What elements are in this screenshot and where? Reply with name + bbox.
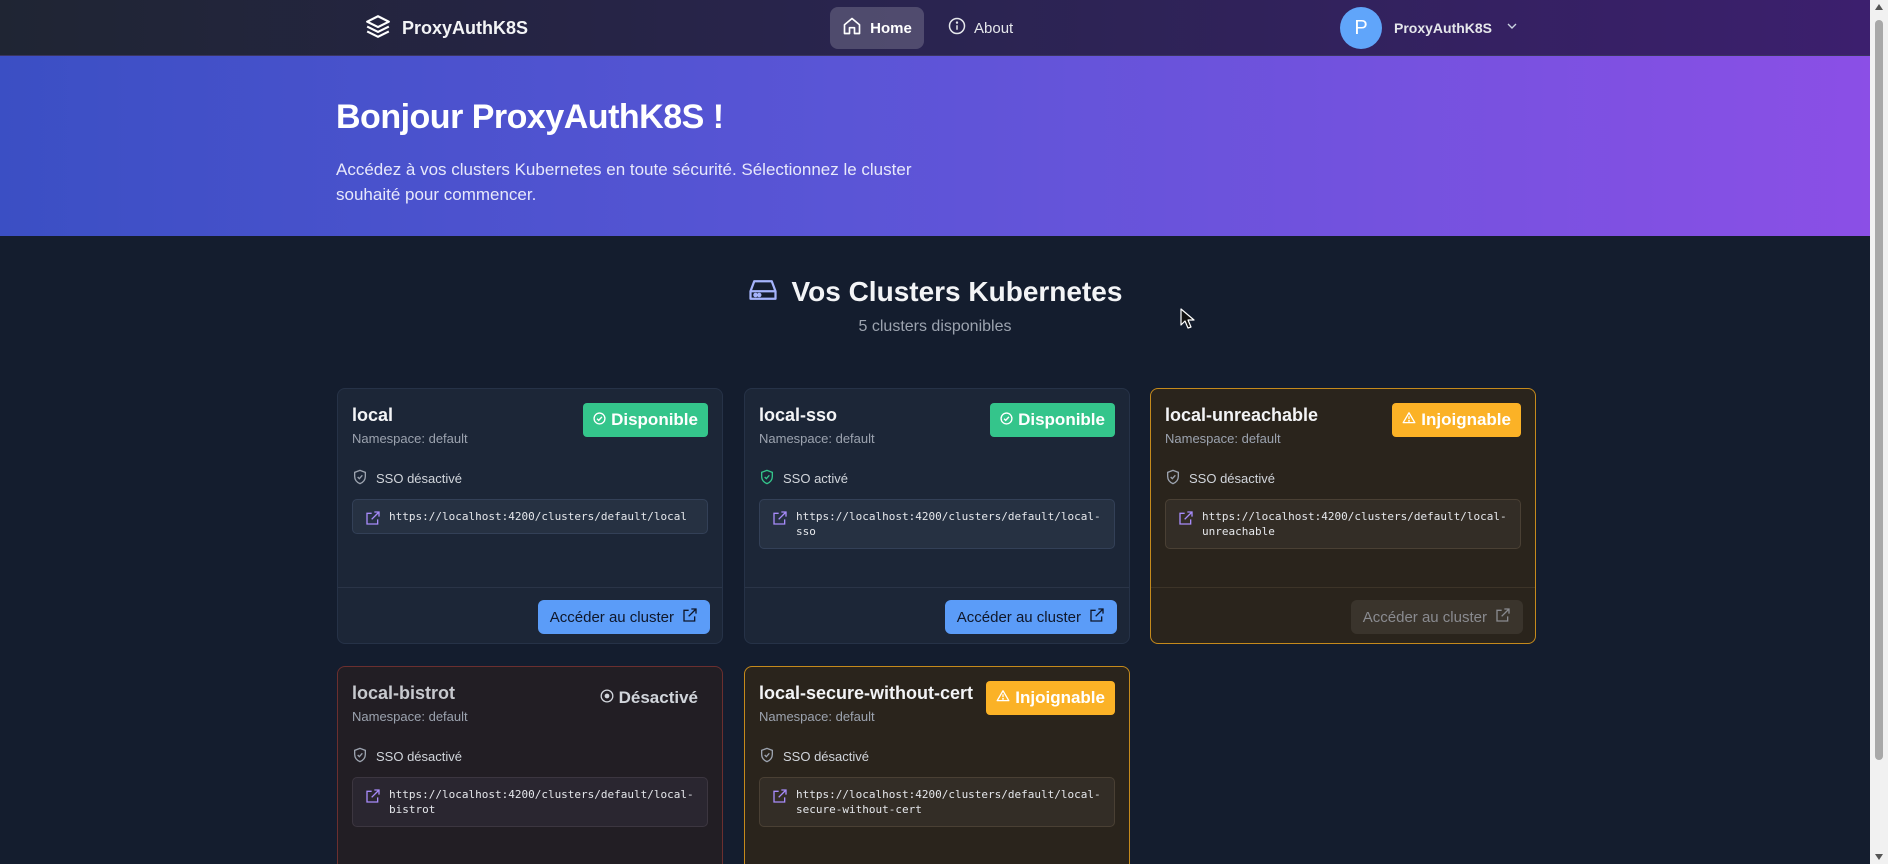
cluster-card-local-bistrot: local-bistrot Namespace: default Désacti… xyxy=(337,666,723,864)
access-cluster-button-disabled[interactable]: Accéder au cluster xyxy=(1350,600,1523,634)
cluster-card-local-sso: local-sso Namespace: default Disponible … xyxy=(744,388,1130,644)
shield-check-icon xyxy=(759,469,775,488)
disabled-circle-icon xyxy=(600,688,614,708)
nav-home-link[interactable]: Home xyxy=(830,7,924,49)
external-link-icon xyxy=(682,607,698,627)
page-scrollbar[interactable] xyxy=(1870,0,1888,864)
sso-status: SSO désactivé xyxy=(352,469,462,488)
external-link-icon xyxy=(365,788,381,808)
brand-name: ProxyAuthK8S xyxy=(402,17,529,38)
sso-status: SSO désactivé xyxy=(759,747,869,766)
scroll-down-arrow-icon[interactable] xyxy=(1875,854,1883,860)
sso-status: SSO désactivé xyxy=(352,747,462,766)
status-badge: Disponible xyxy=(990,403,1115,437)
shield-icon xyxy=(352,747,368,766)
check-circle-icon xyxy=(593,410,606,430)
external-link-icon xyxy=(772,510,788,530)
nav-about-label: About xyxy=(974,19,1014,37)
cluster-card-local-unreachable: local-unreachable Namespace: default Inj… xyxy=(1150,388,1536,644)
hero-banner: Bonjour ProxyAuthK8S ! Accédez à vos clu… xyxy=(0,56,1870,236)
cluster-name: local-unreachable xyxy=(1165,405,1319,425)
mouse-cursor-icon xyxy=(1180,308,1196,335)
user-name: ProxyAuthK8S xyxy=(1394,20,1493,36)
external-link-icon xyxy=(772,788,788,808)
scrollbar-thumb[interactable] xyxy=(1875,20,1883,760)
status-badge: Désactivé xyxy=(590,681,708,715)
status-badge: Disponible xyxy=(583,403,708,437)
cluster-count: 5 clusters disponibles xyxy=(858,318,1012,335)
hero-subtitle: Accédez à vos clusters Kubernetes en tou… xyxy=(336,160,912,204)
warning-icon xyxy=(1402,410,1416,430)
cluster-namespace: Namespace: default xyxy=(352,709,468,724)
status-badge: Injoignable xyxy=(986,681,1115,715)
info-icon xyxy=(948,17,966,39)
brand[interactable]: ProxyAuthK8S xyxy=(364,14,528,42)
cluster-namespace: Namespace: default xyxy=(352,431,468,446)
cluster-namespace: Namespace: default xyxy=(759,431,875,446)
external-link-icon xyxy=(1495,607,1511,627)
card-footer: Accéder au cluster xyxy=(745,587,1129,643)
cluster-name: local-secure-without-cert xyxy=(759,683,974,703)
sso-status: SSO désactivé xyxy=(1165,469,1275,488)
user-menu[interactable]: P ProxyAuthK8S xyxy=(1340,6,1520,50)
cluster-card-local-secure-without-cert: local-secure-without-cert Namespace: def… xyxy=(744,666,1130,864)
check-circle-icon xyxy=(1000,410,1013,430)
shield-icon xyxy=(759,747,775,766)
page-title: Bonjour ProxyAuthK8S ! xyxy=(336,98,724,136)
cluster-name: local-bistrot xyxy=(352,683,456,703)
card-footer: Accéder au cluster xyxy=(1151,587,1535,643)
chevron-down-icon xyxy=(1504,18,1520,39)
warning-icon xyxy=(996,688,1010,708)
clusters-section-header: Vos Clusters Kubernetes 5 clusters dispo… xyxy=(0,276,1870,336)
external-link-icon xyxy=(1178,510,1194,530)
avatar: P xyxy=(1340,7,1382,49)
cluster-url[interactable]: https://localhost:4200/clusters/default/… xyxy=(352,777,708,827)
access-cluster-button[interactable]: Accéder au cluster xyxy=(944,600,1117,634)
nav-about-link[interactable]: About xyxy=(948,7,1013,49)
layers-icon xyxy=(364,13,392,44)
section-title: Vos Clusters Kubernetes xyxy=(791,276,1123,307)
card-footer: Accéder au cluster xyxy=(338,587,722,643)
external-link-icon xyxy=(365,510,381,530)
cluster-namespace: Namespace: default xyxy=(759,709,875,724)
sso-status: SSO activé xyxy=(759,469,848,488)
cluster-name: local xyxy=(352,405,394,425)
server-icon xyxy=(748,277,778,308)
nav-home-label: Home xyxy=(870,19,912,37)
external-link-icon xyxy=(1089,607,1105,627)
cluster-namespace: Namespace: default xyxy=(1165,431,1281,446)
cluster-card-local: local Namespace: default Disponible SSO … xyxy=(337,388,723,644)
cluster-url[interactable]: https://localhost:4200/clusters/default/… xyxy=(352,499,708,534)
cluster-url[interactable]: https://localhost:4200/clusters/default/… xyxy=(759,777,1115,827)
cluster-name: local-sso xyxy=(759,405,838,425)
access-cluster-button[interactable]: Accéder au cluster xyxy=(537,600,710,634)
top-navbar: ProxyAuthK8S Home About P ProxyAuthK8S xyxy=(0,0,1870,56)
cluster-url[interactable]: https://localhost:4200/clusters/default/… xyxy=(759,499,1115,549)
scroll-up-arrow-icon[interactable] xyxy=(1875,4,1883,10)
status-badge: Injoignable xyxy=(1392,403,1521,437)
shield-icon xyxy=(352,469,368,488)
shield-icon xyxy=(1165,469,1181,488)
home-icon xyxy=(842,16,862,40)
cluster-url[interactable]: https://localhost:4200/clusters/default/… xyxy=(1165,499,1521,549)
